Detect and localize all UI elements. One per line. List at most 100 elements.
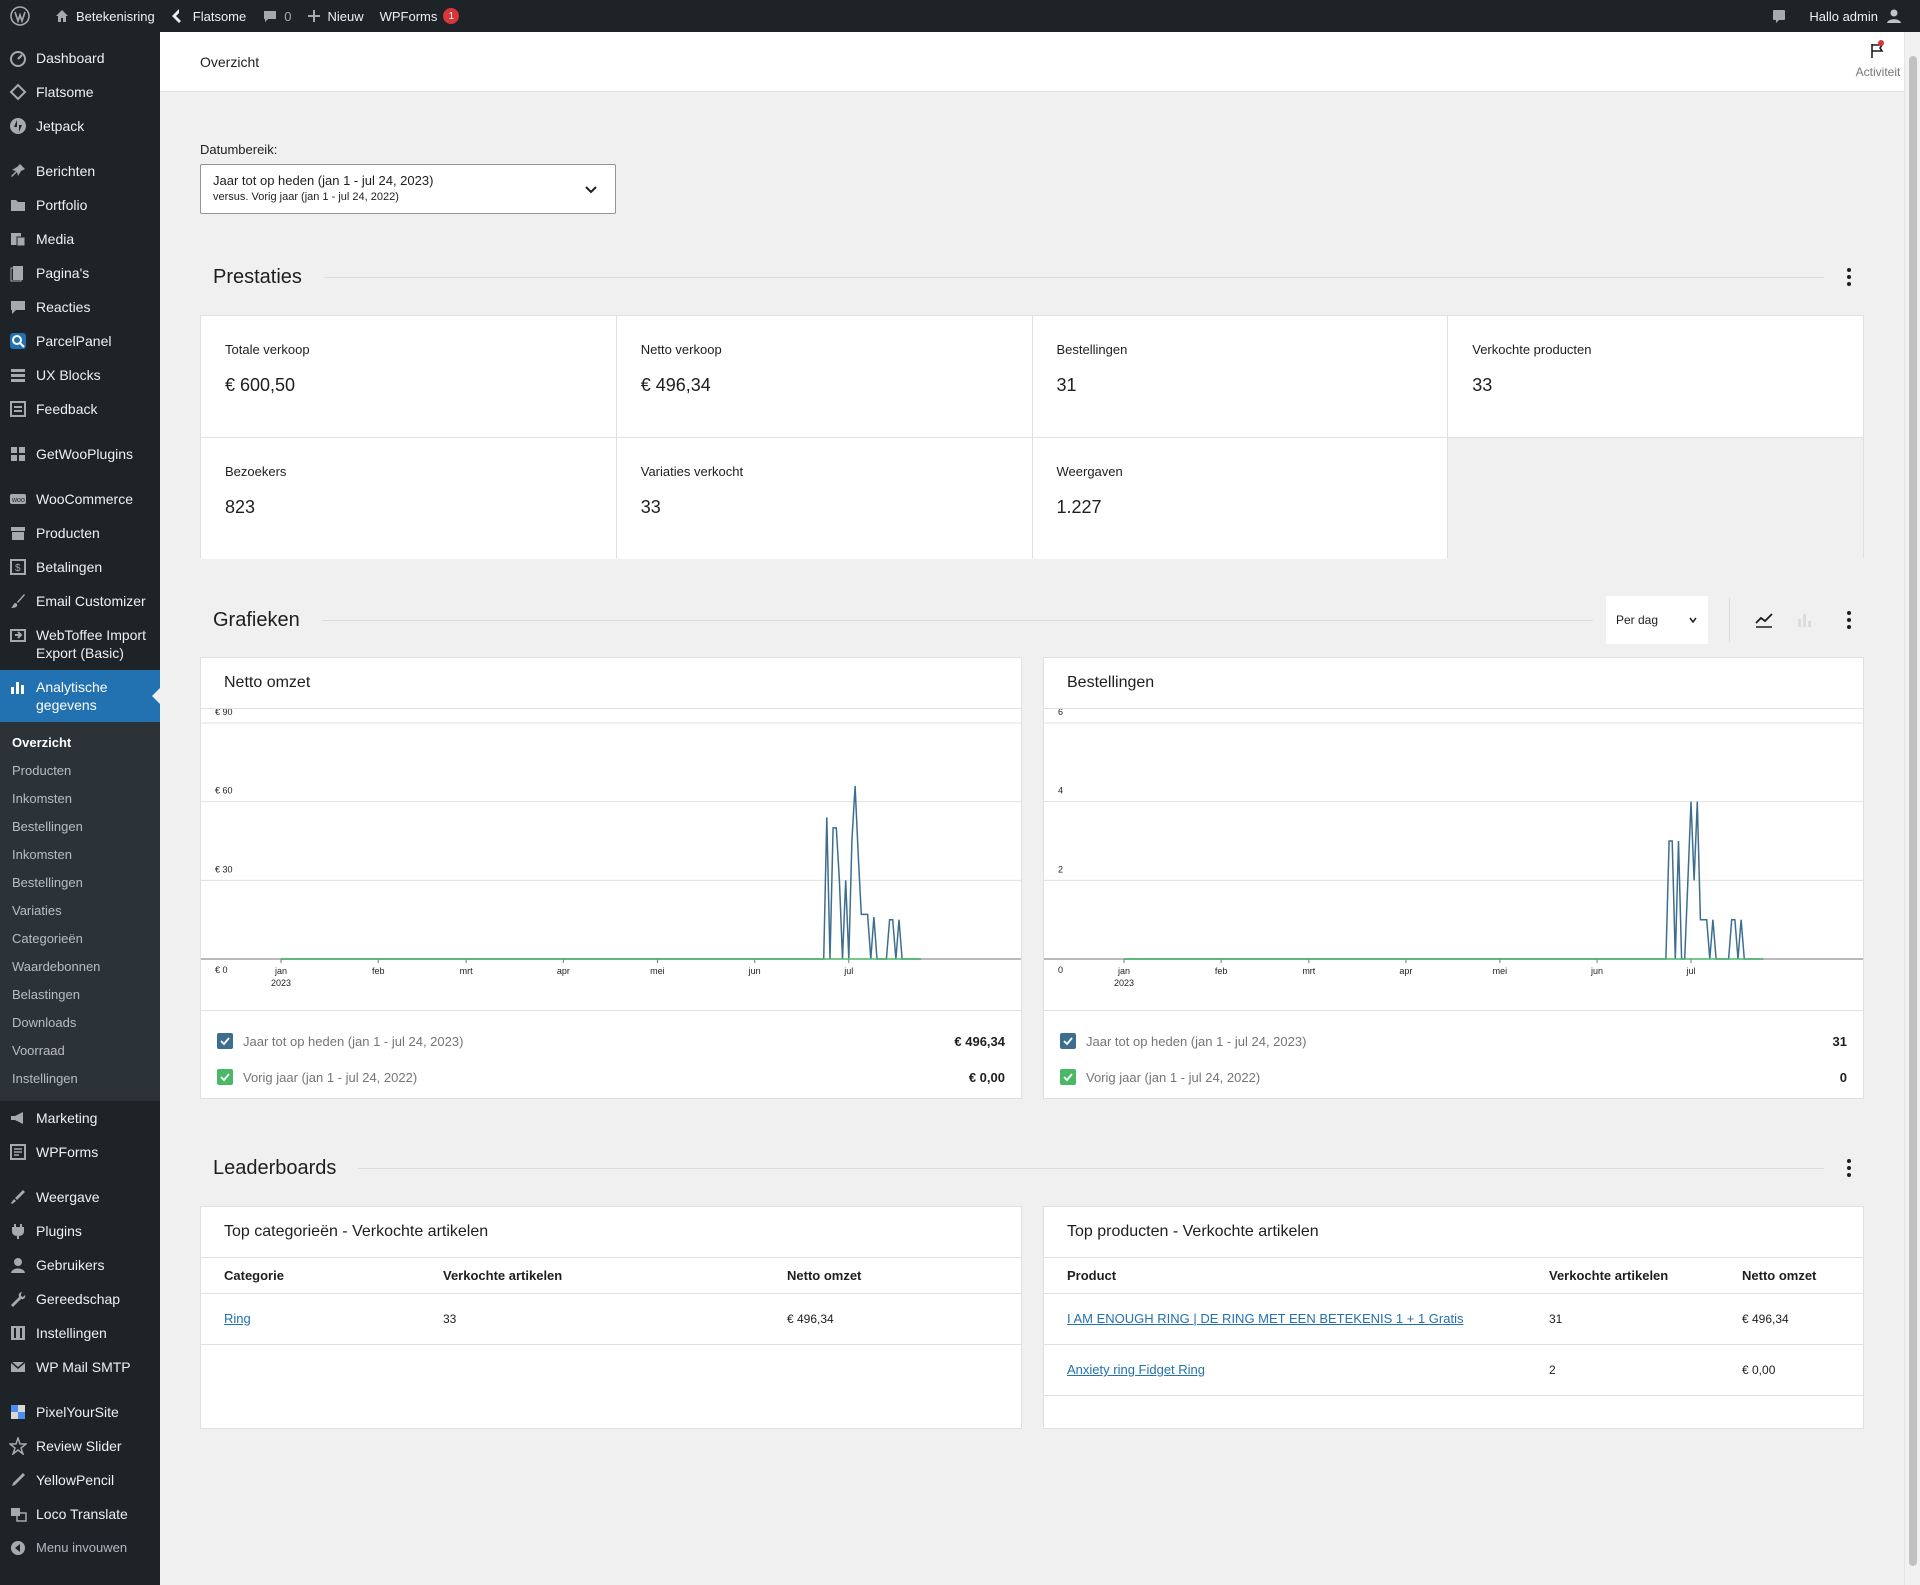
legend-item[interactable]: Jaar tot op heden (jan 1 - jul 24, 2023)… [1044, 1023, 1863, 1059]
submenu-item-belastingen[interactable]: Belastingen [0, 981, 160, 1009]
submenu-item-waardebonnen[interactable]: Waardebonnen [0, 953, 160, 981]
legend-item[interactable]: Vorig jaar (jan 1 - jul 24, 2022) € 0,00 [201, 1059, 1021, 1095]
submenu-item-bestellingen[interactable]: Bestellingen [0, 869, 160, 897]
summary-card-verkochte-producten[interactable]: Verkochte producten 33 [1448, 316, 1863, 437]
charts-more-button[interactable] [1834, 605, 1864, 635]
sidebar-item-gebruikers[interactable]: Gebruikers [0, 1248, 160, 1282]
sidebar-item-yellowpencil[interactable]: YellowPencil [0, 1463, 160, 1497]
performance-more-button[interactable] [1834, 262, 1864, 292]
sidebar-item-marketing[interactable]: Marketing [0, 1101, 160, 1135]
row-link[interactable]: Ring [224, 1311, 251, 1326]
page-scrollbar[interactable] [1904, 32, 1920, 1585]
section-divider [323, 276, 1824, 278]
column-header-verkochte-artikelen[interactable]: Verkochte artikelen [1526, 1258, 1719, 1294]
wp-logo-button[interactable] [0, 0, 46, 32]
summary-card-totale-verkoop[interactable]: Totale verkoop € 600,50 [201, 316, 616, 437]
submenu-item-categorie-n[interactable]: Categorieën [0, 925, 160, 953]
submenu-item-overzicht[interactable]: Overzicht [0, 729, 160, 757]
row-link[interactable]: Anxiety ring Fidget Ring [1067, 1362, 1205, 1377]
submenu-item-downloads[interactable]: Downloads [0, 1009, 160, 1037]
sidebar-item-dashboard[interactable]: Dashboard [0, 41, 160, 75]
sidebar-item-plugins[interactable]: Plugins [0, 1214, 160, 1248]
column-header-netto-omzet[interactable]: Netto omzet [764, 1258, 1021, 1294]
checkbox-checked-icon[interactable] [217, 1033, 233, 1049]
sidebar-item-review-slider[interactable]: Review Slider [0, 1429, 160, 1463]
submenu-item-inkomsten[interactable]: Inkomsten [0, 785, 160, 813]
sidebar-item-pagina-s[interactable]: Pagina's [0, 256, 160, 290]
leaderboards-more-button[interactable] [1834, 1153, 1864, 1183]
sidebar-item-parcelpanel[interactable]: ParcelPanel [0, 324, 160, 358]
wordpress-icon [10, 6, 30, 26]
new-content-link[interactable]: Nieuw [299, 0, 371, 32]
activity-panel-button[interactable]: Activiteit [1852, 40, 1904, 79]
scrollbar-thumb[interactable] [1909, 56, 1917, 1566]
user-icon [8, 1256, 28, 1274]
collapse-menu-button[interactable]: Menu invouwen [0, 1531, 160, 1565]
submenu-item-variaties[interactable]: Variaties [0, 897, 160, 925]
summary-card-netto-verkoop[interactable]: Netto verkoop € 496,34 [616, 316, 1032, 437]
sidebar-item-betalingen[interactable]: $ Betalingen [0, 550, 160, 584]
column-header-product[interactable]: Product [1044, 1258, 1526, 1294]
sidebar-item-wpforms[interactable]: WPForms [0, 1135, 160, 1169]
bar-chart-toggle[interactable] [1784, 600, 1824, 640]
wpforms-link[interactable]: WPForms 1 [372, 0, 468, 32]
legend-item[interactable]: Vorig jaar (jan 1 - jul 24, 2022) 0 [1044, 1059, 1863, 1095]
summary-card-bestellingen[interactable]: Bestellingen 31 [1032, 316, 1448, 437]
line-chart-toggle[interactable] [1744, 600, 1784, 640]
avatar-icon [1887, 9, 1901, 23]
date-range-picker[interactable]: Jaar tot op heden (jan 1 - jul 24, 2023)… [200, 164, 616, 214]
summary-card-weergaven[interactable]: Weergaven 1.227 [1032, 438, 1448, 559]
sidebar-item-gereedschap[interactable]: Gereedschap [0, 1282, 160, 1316]
submenu-item-inkomsten[interactable]: Inkomsten [0, 841, 160, 869]
woo-icon: woo [8, 490, 28, 508]
sidebar-item-label: WPForms [36, 1144, 99, 1160]
leaderboard-title: Top producten - Verkochte artikelen [1044, 1207, 1863, 1258]
sidebar-item-instellingen[interactable]: Instellingen [0, 1316, 160, 1350]
sidebar-item-webtoffee-import-export-basic[interactable]: WebToffee Import Export (Basic) [0, 618, 160, 670]
sidebar-item-reacties[interactable]: Reacties [0, 290, 160, 324]
sidebar-item-flatsome[interactable]: Flatsome [0, 75, 160, 109]
sidebar-item-producten[interactable]: Producten [0, 516, 160, 550]
sidebar-item-wp-mail-smtp[interactable]: WP Mail SMTP [0, 1350, 160, 1384]
sidebar-item-ux-blocks[interactable]: UX Blocks [0, 358, 160, 392]
column-header-verkochte-artikelen[interactable]: Verkochte artikelen [420, 1258, 764, 1294]
submenu-item-producten[interactable]: Producten [0, 757, 160, 785]
legend-item[interactable]: Jaar tot op heden (jan 1 - jul 24, 2023)… [201, 1023, 1021, 1059]
sidebar-item-label: Weergave [36, 1189, 100, 1205]
sidebar-item-portfolio[interactable]: Portfolio [0, 188, 160, 222]
checkbox-checked-icon[interactable] [1060, 1069, 1076, 1085]
collapse-icon [8, 1539, 28, 1557]
checkbox-checked-icon[interactable] [1060, 1033, 1076, 1049]
row-link[interactable]: I AM ENOUGH RING | DE RING MET EEN BETEK… [1067, 1311, 1463, 1326]
site-name-link[interactable]: Betekenisring [46, 0, 163, 32]
sidebar-item-getwooplugins[interactable]: GetWooPlugins [0, 437, 160, 471]
summary-card-bezoekers[interactable]: Bezoekers 823 [201, 438, 616, 559]
legend-label: Jaar tot op heden (jan 1 - jul 24, 2023) [243, 1033, 464, 1049]
sidebar-item-feedback[interactable]: Feedback [0, 392, 160, 426]
interval-select[interactable]: Per dag [1605, 595, 1709, 645]
sidebar-item-email-customizer[interactable]: Email Customizer [0, 584, 160, 618]
sidebar-item-pixelyoursite[interactable]: PixelYourSite [0, 1395, 160, 1429]
chart-title: Bestellingen [1044, 658, 1863, 709]
sidebar-item-woocommerce[interactable]: woo WooCommerce [0, 482, 160, 516]
sidebar-item-media[interactable]: Media [0, 222, 160, 256]
checkbox-checked-icon[interactable] [217, 1069, 233, 1085]
submenu-item-bestellingen[interactable]: Bestellingen [0, 813, 160, 841]
sidebar-item-loco-translate[interactable]: Loco Translate [0, 1497, 160, 1531]
summary-card-value: € 600,50 [225, 375, 296, 395]
notifications-button[interactable] [1763, 0, 1801, 32]
summary-card-variaties-verkocht[interactable]: Variaties verkocht 33 [616, 438, 1032, 559]
table-cell: 31 [1526, 1293, 1719, 1345]
column-header-netto-omzet[interactable]: Netto omzet [1719, 1258, 1863, 1294]
column-header-categorie[interactable]: Categorie [201, 1258, 420, 1294]
comments-link[interactable]: 0 [254, 0, 299, 32]
theme-link[interactable]: Flatsome [163, 0, 254, 32]
my-account-link[interactable]: Hallo admin [1801, 0, 1920, 32]
submenu-item-instellingen[interactable]: Instellingen [0, 1065, 160, 1093]
submenu-item-voorraad[interactable]: Voorraad [0, 1037, 160, 1065]
sidebar-item-jetpack[interactable]: Jetpack [0, 109, 160, 143]
sidebar-item-label: Betalingen [36, 559, 103, 575]
sidebar-item-weergave[interactable]: Weergave [0, 1180, 160, 1214]
sidebar-item-berichten[interactable]: Berichten [0, 154, 160, 188]
sidebar-item-analytics[interactable]: Analytische gegevens [0, 670, 160, 722]
